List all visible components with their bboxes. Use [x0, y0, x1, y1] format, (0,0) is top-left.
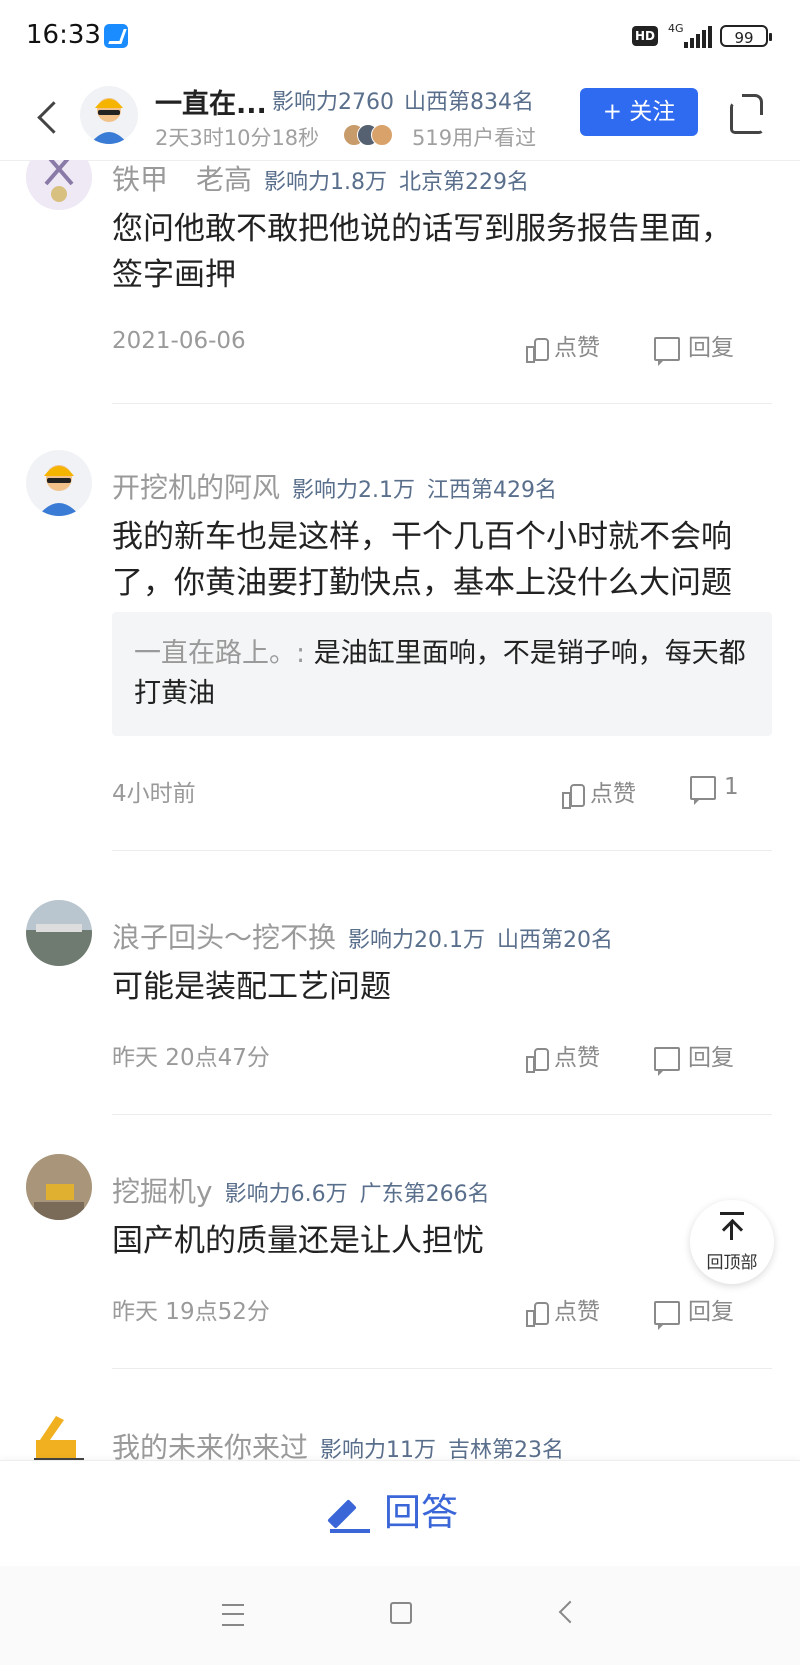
back-to-top-label: 回顶部 — [706, 1253, 758, 1273]
thumbs-up-icon — [526, 337, 549, 363]
comment-icon — [654, 336, 680, 366]
back-nav-icon[interactable] — [558, 1600, 582, 1624]
status-bar: 16:33 HD 4G 99 — [0, 0, 800, 72]
reply-count-button[interactable]: 1 — [690, 774, 739, 805]
comment-icon — [654, 1046, 680, 1076]
quoted-reply[interactable]: 一直在路上。: 是油缸里面响，不是销子响，每天都打黄油 — [112, 612, 772, 736]
comment-text: 您问他敢不敢把他说的话写到服务报告里面，签字画押 — [112, 211, 732, 293]
commenter-rank: 山西第20名 — [497, 928, 614, 953]
status-time: 16:33 — [26, 20, 101, 50]
comment-icon — [654, 1300, 680, 1330]
app-notification-icon — [104, 24, 128, 48]
quoted-author: 一直在路上。: — [134, 638, 306, 669]
commenter-avatar[interactable] — [26, 900, 92, 966]
arrow-up-stem — [730, 1222, 733, 1240]
comment-text: 国产机的质量还是让人担忧 — [112, 1223, 484, 1259]
back-button[interactable] — [30, 94, 66, 138]
viewer-avatars — [343, 122, 395, 146]
author-meta: 影响力2760 山西第834名 — [272, 84, 544, 116]
like-label: 点赞 — [554, 1045, 600, 1071]
post-elapsed-time: 2天3时10分18秒 — [155, 126, 320, 150]
reply-label: 回复 — [688, 1299, 734, 1325]
like-button[interactable]: 点赞 — [526, 1292, 600, 1327]
divider — [112, 403, 772, 404]
back-to-top-button[interactable]: 回顶部 — [690, 1200, 774, 1284]
divider — [112, 1368, 772, 1369]
home-icon[interactable] — [390, 1602, 412, 1624]
menu-icon[interactable] — [222, 1604, 244, 1626]
commenter-name[interactable]: 我的未来你来过 — [112, 1431, 308, 1460]
author-influence: 影响力2760 — [272, 90, 394, 115]
pencil-icon — [330, 1495, 370, 1535]
commenter-line: 铁甲 老高 影响力1.8万 北京第229名 — [112, 160, 529, 198]
comment-list[interactable]: 铁甲 老高 影响力1.8万 北京第229名 您问他敢不敢把他说的话写到服务报告里面，… — [0, 160, 800, 1460]
commenter-name[interactable]: 铁甲 老高 — [112, 163, 252, 196]
commenter-line: 开挖机的阿风 影响力2.1万 江西第429名 — [112, 466, 557, 506]
like-label: 点赞 — [554, 1299, 600, 1325]
commenter-rank: 江西第429名 — [427, 478, 558, 503]
comment-text: 可能是装配工艺问题 — [112, 969, 391, 1005]
commenter-influence: 影响力11万 — [320, 1438, 437, 1460]
signal-icon — [684, 24, 714, 48]
reply-button[interactable]: 回复 — [654, 328, 734, 366]
like-button[interactable]: 点赞 — [526, 1038, 600, 1073]
reply-label: 回复 — [688, 335, 734, 361]
commenter-influence: 影响力2.1万 — [292, 478, 416, 503]
reply-count: 1 — [724, 774, 739, 800]
answer-button[interactable]: 回答 — [330, 1483, 458, 1543]
reply-button[interactable]: 回复 — [654, 1038, 734, 1076]
answer-label: 回答 — [384, 1491, 458, 1534]
post-header: 一直在... 影响力2760 山西第834名 2天3时10分18秒 519用户看过… — [0, 72, 800, 161]
commenter-avatar[interactable] — [26, 450, 92, 516]
commenter-name[interactable]: 开挖机的阿风 — [112, 471, 280, 504]
commenter-influence: 影响力1.8万 — [264, 170, 388, 195]
commenter-influence: 影响力20.1万 — [348, 928, 486, 953]
hd-icon: HD — [632, 26, 659, 46]
divider — [112, 1114, 772, 1115]
author-rank: 山西第834名 — [404, 90, 534, 115]
battery-icon: 99 — [720, 25, 772, 47]
commenter-name[interactable]: 浪子回头～挖不换 — [112, 921, 336, 954]
thumbs-up-icon — [526, 1301, 549, 1327]
share-icon[interactable] — [728, 92, 766, 134]
commenter-line: 浪子回头～挖不换 影响力20.1万 山西第20名 — [112, 916, 613, 956]
thumbs-up-icon — [562, 783, 585, 809]
network-type: 4G — [668, 22, 684, 35]
comment-time: 昨天 19点52分 — [112, 1299, 270, 1325]
comment-time: 2021-06-06 — [112, 328, 246, 354]
commenter-line: 挖掘机y 影响力6.6万 广东第266名 — [112, 1170, 490, 1210]
commenter-influence: 影响力6.6万 — [224, 1182, 348, 1207]
reply-button[interactable]: 回复 — [654, 1292, 734, 1330]
thumbs-up-icon — [526, 1047, 549, 1073]
system-nav-bar — [0, 1566, 800, 1665]
reply-label: 回复 — [688, 1045, 734, 1071]
commenter-avatar[interactable] — [26, 160, 92, 210]
commenter-rank: 吉林第23名 — [448, 1438, 565, 1460]
view-count: 519用户看过 — [412, 126, 537, 150]
commenter-line: 我的未来你来过 影响力11万 吉林第23名 — [112, 1426, 564, 1460]
commenter-rank: 广东第266名 — [359, 1182, 490, 1207]
comment-time: 昨天 20点47分 — [112, 1045, 270, 1071]
comment-text: 我的新车也是这样，干个几百个小时就不会响了，你黄油要打勤快点，基本上没什么大问题 — [112, 519, 732, 601]
author-name[interactable]: 一直在... — [155, 82, 265, 121]
comment-icon — [690, 775, 716, 805]
follow-button[interactable]: + 关注 — [580, 88, 698, 136]
commenter-avatar[interactable] — [26, 1154, 92, 1220]
like-label: 点赞 — [590, 781, 636, 807]
like-button[interactable]: 点赞 — [562, 774, 636, 809]
commenter-avatar[interactable] — [26, 1410, 92, 1460]
author-avatar[interactable] — [80, 86, 138, 144]
comment-time: 4小时前 — [112, 781, 196, 807]
commenter-rank: 北京第229名 — [399, 170, 530, 195]
like-label: 点赞 — [554, 335, 600, 361]
commenter-name[interactable]: 挖掘机y — [112, 1175, 213, 1208]
answer-bar: 回答 — [0, 1460, 800, 1567]
like-button[interactable]: 点赞 — [526, 328, 600, 363]
divider — [112, 850, 772, 851]
